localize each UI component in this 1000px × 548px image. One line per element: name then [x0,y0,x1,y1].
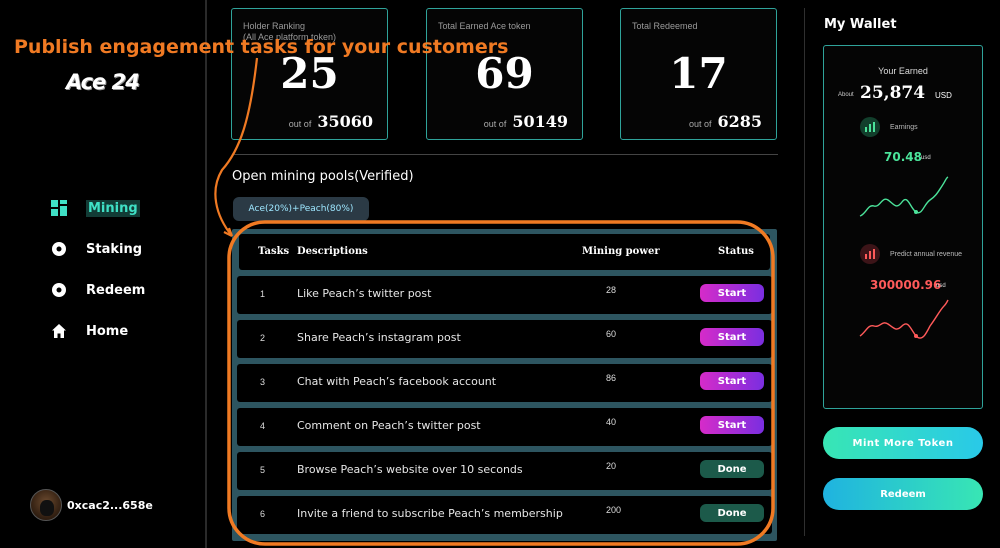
stat-of-label: out of [288,119,312,129]
task-number: 5 [260,465,266,475]
task-mining-power: 200 [606,505,622,515]
earnings-unit: usd [921,155,931,161]
tab-pool-ace-peach[interactable]: Ace(20%)+Peach(80%) [233,197,369,221]
user-account[interactable]: 0xcac2...658e [30,489,153,521]
grid-icon [50,199,68,217]
task-number: 2 [260,333,266,343]
task-description: Share Peach’s instagram post [297,331,461,344]
stat-total: 6285 [717,112,762,131]
annotation-callout: Publish engagement tasks for your custom… [14,36,509,58]
app-logo: Ace 24 [66,70,140,94]
task-description: Comment on Peach’s twitter post [297,419,481,432]
earnings-sparkline [859,176,949,217]
start-button[interactable]: Start [700,416,764,434]
section-title: Open mining pools(Verified) [232,169,414,184]
sidebar-item-label: Redeem [86,282,146,298]
earned-currency: USD [935,91,952,100]
section-divider [232,154,778,155]
task-description: Like Peach’s twitter post [297,287,432,300]
mint-more-token-button[interactable]: Mint More Token [823,427,983,459]
redeem-button[interactable]: Redeem [823,478,983,510]
stat-card-holder-ranking: Holder Ranking (All Ace platform token) … [231,8,388,140]
task-mining-power: 20 [606,461,617,471]
earnings-value: 70.48 [884,150,922,164]
circle-dot-icon [50,281,68,299]
stat-card-total-redeemed: Total Redeemed 17 out of 6285 [620,8,777,140]
sidebar-item-redeem[interactable]: Redeem [50,280,145,300]
sidebar-item-mining[interactable]: Mining [50,198,145,218]
task-table: Tasks Descriptions Mining power Status 1… [232,229,777,541]
sidebar-nav: Mining Staking Redeem Home [50,198,145,362]
main-content: Holder Ranking (All Ace platform token) … [212,0,802,548]
stat-of-label: out of [688,119,712,129]
stat-of-label: out of [483,119,507,129]
panel-divider [804,8,805,536]
stat-footer: out of 50149 [484,112,568,131]
header-tasks: Tasks [258,246,290,257]
earned-label: Your Earned [878,66,928,76]
table-row: 3 Chat with Peach’s facebook account 86 … [237,364,772,402]
stat-total: 35060 [317,112,373,131]
wallet-address: 0xcac2...658e [67,498,153,512]
header-status: Status [718,246,754,257]
sidebar-item-staking[interactable]: Staking [50,239,145,259]
predict-label: Predict annual revenue [890,251,962,258]
task-description: Invite a friend to subscribe Peach’s mem… [297,507,563,520]
done-button[interactable]: Done [700,460,764,478]
stat-title: Total Redeemed [632,21,698,31]
sidebar-item-home[interactable]: Home [50,321,145,341]
task-mining-power: 86 [606,373,617,383]
bar-chart-icon [860,244,880,264]
start-button[interactable]: Start [700,284,764,302]
header-descriptions: Descriptions [297,246,368,257]
task-mining-power: 60 [606,329,617,339]
sidebar-item-label: Home [86,323,129,339]
task-description: Browse Peach’s website over 10 seconds [297,463,523,476]
task-number: 6 [260,509,266,519]
task-number: 3 [260,377,266,387]
table-row: 5 Browse Peach’s website over 10 seconds… [237,452,772,490]
about-label: About [838,92,854,98]
header-mining-power: Mining power [582,246,660,257]
table-row: 4 Comment on Peach’s twitter post 40 Sta… [237,408,772,446]
predict-value: 300000.96 [870,278,942,292]
task-mining-power: 40 [606,417,617,427]
circle-dot-icon [50,240,68,258]
stat-value: 17 [669,49,728,98]
stat-total: 50149 [512,112,568,131]
earned-amount: 25,874 [860,83,926,103]
done-button[interactable]: Done [700,504,764,522]
stat-footer: out of 35060 [289,112,373,131]
task-mining-power: 28 [606,285,617,295]
earnings-label: Earnings [890,124,918,131]
stat-footer: out of 6285 [689,112,762,131]
start-button[interactable]: Start [700,372,764,390]
sidebar-item-label: Staking [86,241,143,257]
stat-card-total-earned: Total Earned Ace token 69 out of 50149 [426,8,583,140]
stat-title: Total Earned Ace token [438,21,531,31]
wallet-title: My Wallet [824,17,897,32]
predict-unit: usd [936,283,946,289]
predict-sparkline [859,299,949,339]
table-row: 1 Like Peach’s twitter post 28 Start [237,276,772,314]
stat-title: Holder Ranking [243,21,306,31]
task-number: 4 [260,421,266,431]
task-description: Chat with Peach’s facebook account [297,375,497,388]
home-icon [50,322,68,340]
avatar[interactable] [30,489,62,521]
sidebar: Ace 24 Mining Staking Redeem Home 0xcac2… [0,0,207,548]
start-button[interactable]: Start [700,328,764,346]
bar-chart-icon [860,117,880,137]
task-number: 1 [260,289,266,299]
table-header: Tasks Descriptions Mining power Status [239,234,770,270]
wallet-card: Your Earned About 25,874 USD Earnings 70… [823,45,983,409]
table-row: 2 Share Peach’s instagram post 60 Start [237,320,772,358]
sidebar-item-label: Mining [86,199,140,217]
table-row: 6 Invite a friend to subscribe Peach’s m… [237,496,772,534]
